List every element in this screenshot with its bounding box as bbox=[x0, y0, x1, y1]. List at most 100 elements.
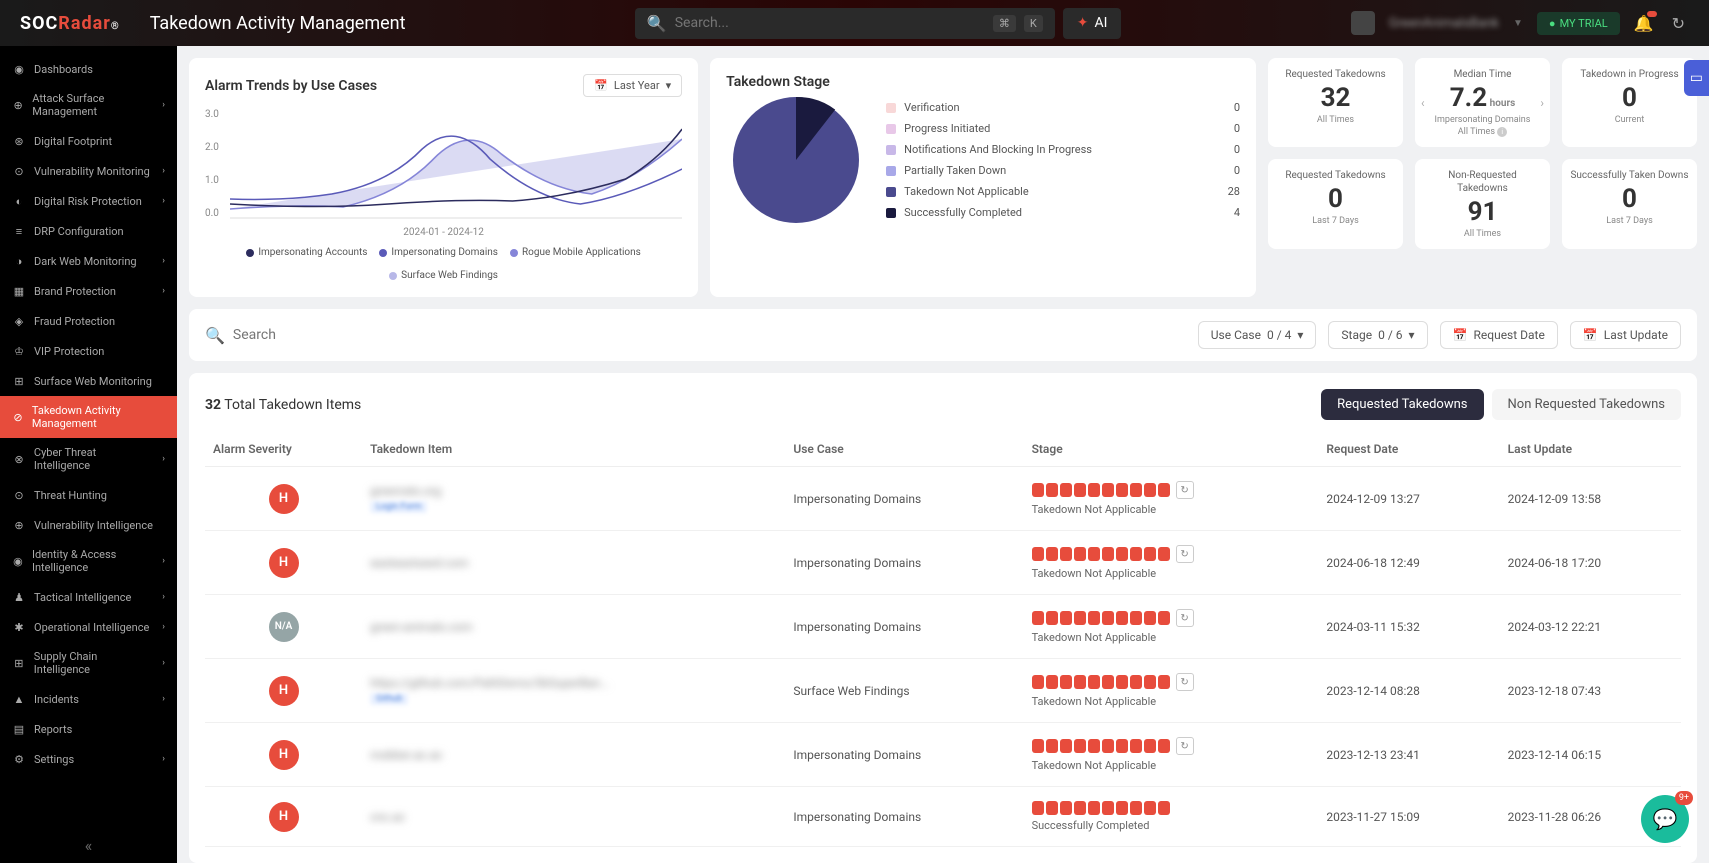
stage-progress: ↻ bbox=[1032, 737, 1311, 755]
legend-dot bbox=[379, 249, 387, 257]
stat-value: 0 bbox=[1570, 83, 1689, 113]
stage-progress bbox=[1032, 801, 1311, 815]
table-header[interactable]: Takedown Item bbox=[362, 432, 785, 467]
refresh-icon[interactable]: ↻ bbox=[1176, 737, 1194, 755]
sidebar-item-settings[interactable]: ⚙Settings› bbox=[0, 744, 177, 774]
table-header[interactable]: Request Date bbox=[1318, 432, 1499, 467]
table-search-input[interactable] bbox=[233, 327, 1186, 343]
nav-icon: ⊙ bbox=[12, 488, 26, 502]
ai-button[interactable]: ✦ AI bbox=[1063, 8, 1122, 39]
nav-icon: ⊞ bbox=[12, 656, 26, 670]
legend-item: Impersonating Domains bbox=[379, 247, 498, 258]
sidebar-item-label: Supply Chain Intelligence bbox=[34, 650, 155, 676]
table-header[interactable]: Last Update bbox=[1500, 432, 1681, 467]
refresh-icon[interactable]: ↻ bbox=[1176, 545, 1194, 563]
table-header[interactable]: Use Case bbox=[785, 432, 1023, 467]
sidebar-item-attack-surface-management[interactable]: ⊕Attack Surface Management› bbox=[0, 84, 177, 126]
side-panel-handle[interactable]: ▭ bbox=[1684, 60, 1709, 96]
calendar-icon: 📅 bbox=[1453, 328, 1468, 342]
table-row[interactable]: H easteastseed.com Impersonating Domains… bbox=[205, 531, 1681, 595]
sidebar-item-label: Vulnerability Intelligence bbox=[34, 519, 153, 532]
sidebar-item-operational-intelligence[interactable]: ✱Operational Intelligence› bbox=[0, 612, 177, 642]
sidebar-item-dark-web-monitoring[interactable]: ◑Dark Web Monitoring› bbox=[0, 246, 177, 276]
sidebar-item-supply-chain-intelligence[interactable]: ⊞Supply Chain Intelligence› bbox=[0, 642, 177, 684]
nav-icon: ≡ bbox=[12, 224, 26, 238]
chevron-left-icon[interactable]: ‹ bbox=[1421, 96, 1425, 110]
stat-value: 0 bbox=[1276, 184, 1395, 214]
nav-icon: ▤ bbox=[12, 722, 26, 736]
stage-row: Progress Initiated0 bbox=[886, 118, 1240, 139]
sidebar-item-dashboards[interactable]: ◉Dashboards bbox=[0, 54, 177, 84]
table-header[interactable]: Alarm Severity bbox=[205, 432, 362, 467]
chevron-right-icon: › bbox=[162, 166, 165, 176]
table-row[interactable]: H greenrats.orgLogin Form Impersonating … bbox=[205, 467, 1681, 531]
notifications-button[interactable]: 🔔 bbox=[1634, 14, 1654, 33]
sidebar-item-takedown-activity-management[interactable]: ⊘Takedown Activity Management bbox=[0, 396, 177, 438]
sidebar-item-digital-risk-protection[interactable]: ◐Digital Risk Protection› bbox=[0, 186, 177, 216]
refresh-icon[interactable]: ↻ bbox=[1176, 673, 1194, 691]
sidebar-item-brand-protection[interactable]: ▦Brand Protection› bbox=[0, 276, 177, 306]
table-row[interactable]: H mobber.ac.ac Impersonating Domains ↻Ta… bbox=[205, 723, 1681, 787]
filter-request-date[interactable]: 📅 Request Date bbox=[1440, 321, 1558, 349]
stat-value: 7.2 hours bbox=[1423, 83, 1542, 113]
sidebar-item-threat-hunting[interactable]: ⊙Threat Hunting bbox=[0, 480, 177, 510]
sidebar-item-label: Digital Footprint bbox=[34, 135, 112, 148]
request-date-cell: 2024-03-11 15:32 bbox=[1318, 595, 1499, 659]
date-range-picker[interactable]: 📅 Last Year ▾ bbox=[583, 74, 682, 97]
filter-stage[interactable]: Stage 0 / 6 ▾ bbox=[1328, 321, 1427, 349]
org-name[interactable]: GreenAnimalsBank bbox=[1389, 16, 1499, 31]
sidebar-item-surface-web-monitoring[interactable]: ⊞Surface Web Monitoring bbox=[0, 366, 177, 396]
takedown-table-card: 32 Total Takedown Items Requested Takedo… bbox=[189, 373, 1697, 863]
stat-label: Requested Takedowns bbox=[1276, 169, 1395, 182]
stat-sub: Impersonating Domains bbox=[1423, 115, 1542, 125]
sidebar-item-identity-&-access-intelligence[interactable]: ◉Identity & Access Intelligence› bbox=[0, 540, 177, 582]
sidebar-item-tactical-intelligence[interactable]: ♟Tactical Intelligence› bbox=[0, 582, 177, 612]
filter-last-update[interactable]: 📅 Last Update bbox=[1570, 321, 1681, 349]
sidebar-item-incidents[interactable]: ▲Incidents› bbox=[0, 684, 177, 714]
takedown-stage-card: Takedown Stage Verification0Progress Ini… bbox=[710, 58, 1256, 297]
brand-logo[interactable]: SOCRadar® bbox=[20, 13, 120, 34]
collapse-sidebar-button[interactable]: « bbox=[0, 828, 177, 863]
sidebar-item-digital-footprint[interactable]: ⊛Digital Footprint bbox=[0, 126, 177, 156]
use-case-cell: Impersonating Domains bbox=[785, 467, 1023, 531]
sidebar-item-drp-configuration[interactable]: ≡DRP Configuration bbox=[0, 216, 177, 246]
request-date-cell: 2023-12-14 08:28 bbox=[1318, 659, 1499, 723]
nav-icon: ⊗ bbox=[12, 452, 26, 466]
sidebar-item-vulnerability-intelligence[interactable]: ⊕Vulnerability Intelligence bbox=[0, 510, 177, 540]
filter-use-case[interactable]: Use Case 0 / 4 ▾ bbox=[1198, 321, 1317, 349]
info-icon[interactable]: i bbox=[1497, 127, 1507, 137]
refresh-button[interactable]: ↻ bbox=[1668, 10, 1689, 37]
sidebar-item-label: Incidents bbox=[34, 693, 79, 706]
kbd-cmd: ⌘ bbox=[993, 15, 1016, 32]
sidebar-item-vip-protection[interactable]: ♔VIP Protection bbox=[0, 336, 177, 366]
stat-sub: All Times bbox=[1423, 229, 1542, 239]
table-row[interactable]: H cnc.ac Impersonating Domains Successfu… bbox=[205, 787, 1681, 847]
sidebar-item-reports[interactable]: ▤Reports bbox=[0, 714, 177, 744]
table-row[interactable]: H https://github.com/PathDemo/SkSuperBan… bbox=[205, 659, 1681, 723]
sidebar-item-label: Dark Web Monitoring bbox=[34, 255, 137, 268]
sidebar-item-cyber-threat-intelligence[interactable]: ⊗Cyber Threat Intelligence› bbox=[0, 438, 177, 480]
sidebar-item-label: VIP Protection bbox=[34, 345, 104, 358]
table-row[interactable]: N/A green-animals.com Impersonating Doma… bbox=[205, 595, 1681, 659]
table-header[interactable]: Stage bbox=[1024, 432, 1319, 467]
tab-non-requested[interactable]: Non Requested Takedowns bbox=[1492, 389, 1681, 420]
refresh-icon[interactable]: ↻ bbox=[1176, 609, 1194, 627]
stat-sub: All Times bbox=[1276, 115, 1395, 125]
chat-button[interactable]: 💬9+ bbox=[1641, 795, 1689, 843]
search-input[interactable] bbox=[675, 15, 985, 31]
trial-button[interactable]: ●MY TRIAL bbox=[1537, 12, 1620, 35]
stat-label: Successfully Taken Downs bbox=[1570, 169, 1689, 182]
tab-requested[interactable]: Requested Takedowns bbox=[1321, 389, 1483, 420]
stat-card: Requested Takedowns32All Times bbox=[1268, 58, 1403, 147]
nav-icon: ◉ bbox=[12, 554, 24, 568]
table-search[interactable]: 🔍 bbox=[205, 326, 1186, 345]
chevron-down-icon[interactable]: ▼ bbox=[1513, 18, 1523, 29]
sidebar-item-fraud-protection[interactable]: ◈Fraud Protection bbox=[0, 306, 177, 336]
sidebar-item-label: Cyber Threat Intelligence bbox=[34, 446, 154, 472]
global-search[interactable]: 🔍 ⌘ K bbox=[635, 8, 1055, 39]
chevron-right-icon[interactable]: › bbox=[1540, 96, 1544, 110]
refresh-icon[interactable]: ↻ bbox=[1176, 481, 1194, 499]
request-date-cell: 2023-11-27 15:09 bbox=[1318, 787, 1499, 847]
sidebar-item-vulnerability-monitoring[interactable]: ⊙Vulnerability Monitoring› bbox=[0, 156, 177, 186]
severity-badge: H bbox=[269, 740, 299, 770]
